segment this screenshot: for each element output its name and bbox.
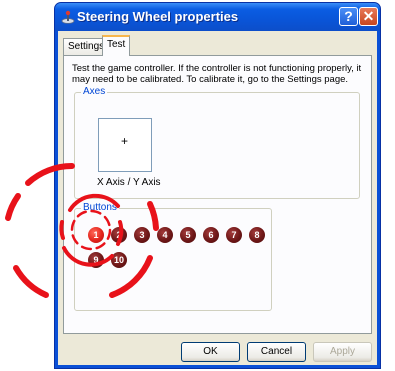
button-indicator-1: 1 — [88, 227, 104, 243]
button-indicator-7: 7 — [226, 227, 242, 243]
tab-test[interactable]: Test — [102, 35, 131, 56]
properties-window: Steering Wheel properties ? ✕ Settings T… — [54, 2, 381, 369]
xy-axis-label: X Axis / Y Axis — [97, 177, 161, 188]
button-indicator-8: 8 — [249, 227, 265, 243]
button-indicator-5: 5 — [180, 227, 196, 243]
screenshot-stage: Steering Wheel properties ? ✕ Settings T… — [0, 0, 395, 371]
button-indicator-6: 6 — [203, 227, 219, 243]
button-indicator-9: 9 — [88, 252, 104, 268]
title-bar[interactable]: Steering Wheel properties ? ✕ — [55, 3, 380, 31]
buttons-group: Buttons 1 2 3 4 5 6 7 8 9 10 — [74, 202, 272, 311]
button-indicator-3: 3 — [134, 227, 150, 243]
button-indicator-10: 10 — [111, 252, 127, 268]
cancel-button[interactable]: Cancel — [247, 342, 306, 362]
xy-axis-display: + — [98, 118, 152, 172]
close-icon: ✕ — [362, 8, 375, 24]
axes-group-label: Axes — [81, 86, 108, 98]
buttons-group-label: Buttons — [81, 202, 119, 214]
test-description: Test the game controller. If the control… — [72, 63, 362, 85]
help-button[interactable]: ? — [339, 7, 358, 26]
apply-button: Apply — [313, 342, 372, 362]
ok-button[interactable]: OK — [181, 342, 240, 362]
crosshair-icon: + — [121, 134, 129, 148]
help-icon: ? — [344, 8, 353, 24]
button-indicator-2: 2 — [111, 227, 127, 243]
button-indicator-4: 4 — [157, 227, 173, 243]
axes-group: Axes + X Axis / Y Axis — [74, 86, 360, 199]
close-button[interactable]: ✕ — [359, 7, 378, 26]
test-tab-panel: Test the game controller. If the control… — [63, 55, 372, 334]
dialog-client-area: Settings Test Test the game controller. … — [58, 31, 377, 365]
joystick-icon — [61, 10, 75, 24]
window-title: Steering Wheel properties — [77, 9, 239, 24]
